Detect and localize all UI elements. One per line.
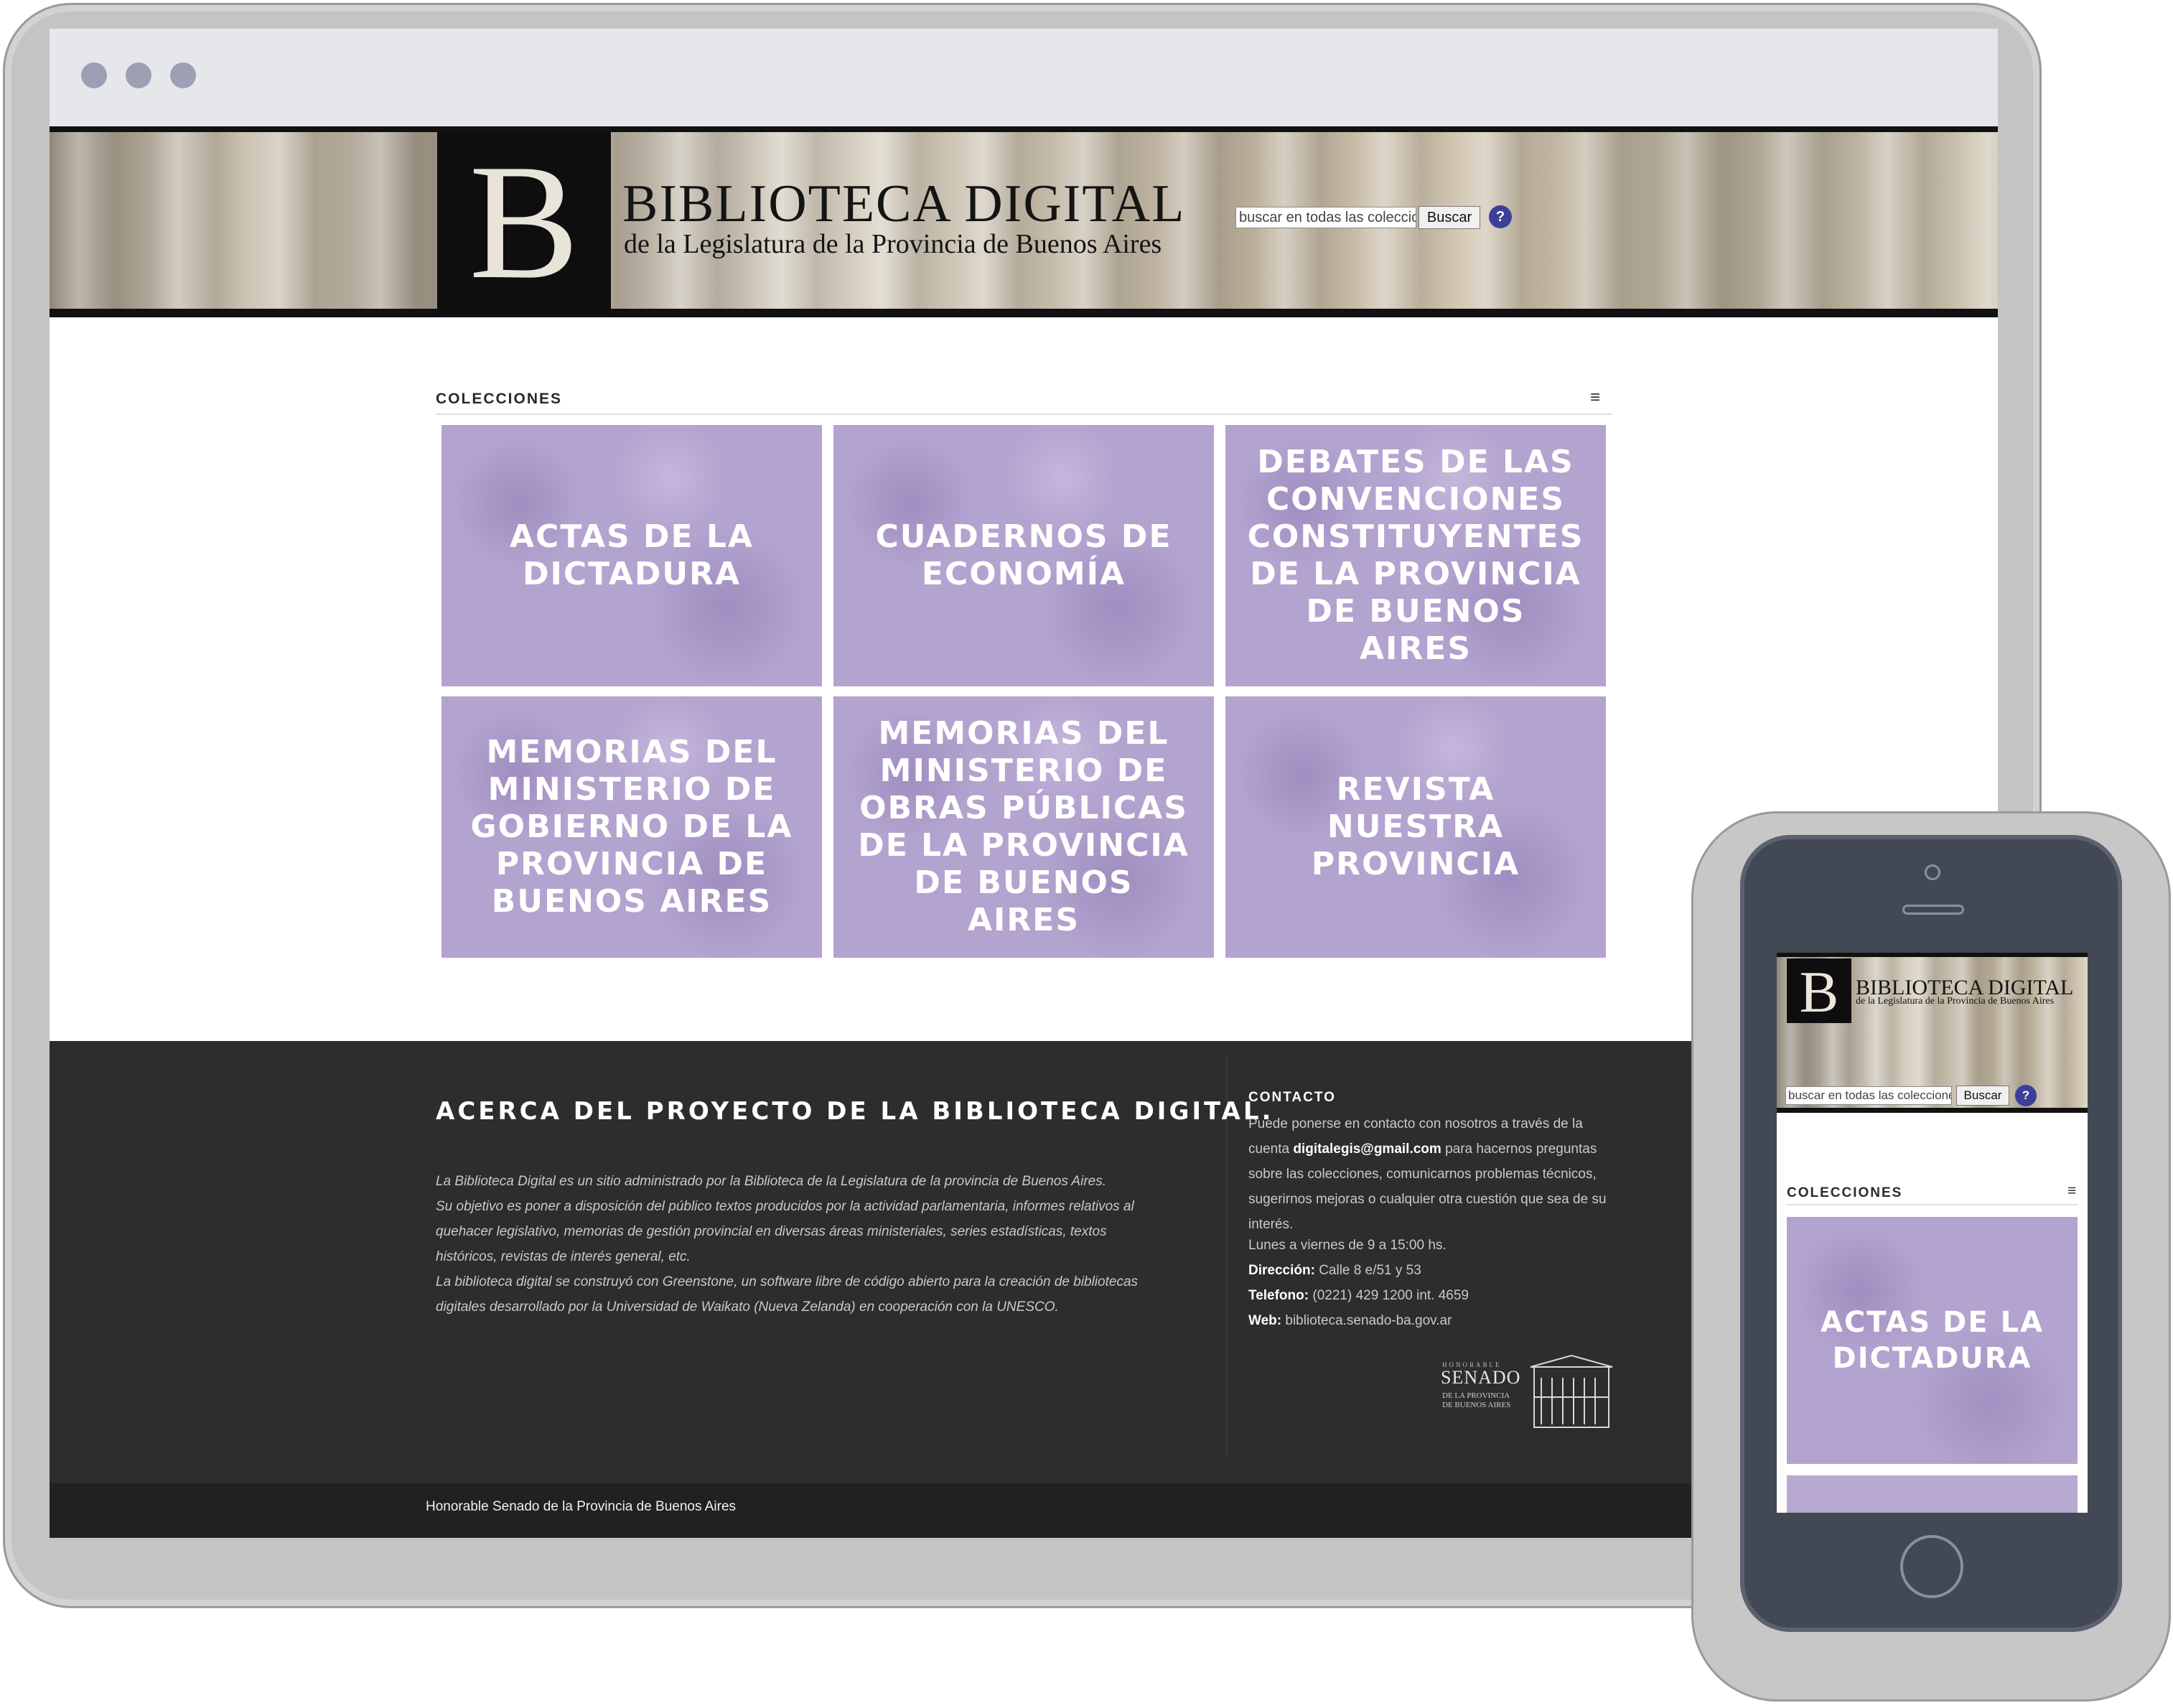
phone-camera-icon xyxy=(1925,864,1940,880)
mobile-logo-letter: B xyxy=(1799,959,1839,1025)
contact-web: Web: biblioteca.senado-ba.gov.ar xyxy=(1248,1313,1452,1329)
senado-logo-line2: DE BUENOS AIRES xyxy=(1442,1401,1511,1409)
search-input[interactable]: buscar en todas las colecciones xyxy=(1235,207,1416,228)
about-text: La Biblioteca Digital es un sitio admini… xyxy=(436,1169,1182,1320)
collection-tile-label: Revista Nuestra Provincia xyxy=(1311,771,1520,882)
mobile-collection-tile-actas[interactable]: Actas de la Dictadura xyxy=(1787,1217,2078,1464)
contact-email-link[interactable]: digitalegis@gmail.com xyxy=(1293,1142,1441,1157)
mobile-collection-tile-label: Actas de la Dictadura xyxy=(1820,1306,2045,1375)
site-title[interactable]: BIBLIOTECA DIGITAL xyxy=(622,174,1185,235)
collection-tile-label: Memorias del Ministerio de Obras Pública… xyxy=(858,715,1190,938)
phone-speaker-icon xyxy=(1902,905,1964,915)
browser-chrome-bar xyxy=(50,29,1998,126)
contact-intro: Puede ponerse en contacto con nosotros a… xyxy=(1248,1111,1614,1237)
window-dot-maximize-icon[interactable] xyxy=(170,62,196,88)
collection-tile-label: Debates de las Convenciones Constituyent… xyxy=(1247,444,1584,667)
address-label: Dirección: xyxy=(1248,1263,1315,1278)
collection-tile-label: Actas de la Dictadura xyxy=(510,518,754,592)
web-label: Web: xyxy=(1248,1313,1282,1328)
site-header-banner: B BIBLIOTECA DIGITAL de la Legislatura d… xyxy=(50,126,1998,317)
phone-home-button[interactable] xyxy=(1900,1535,1963,1598)
window-dot-minimize-icon[interactable] xyxy=(126,62,151,88)
mobile-menu-icon[interactable]: ≡ xyxy=(2067,1182,2076,1200)
address-value: Calle 8 e/51 y 53 xyxy=(1314,1263,1421,1278)
phone-value: (0221) 429 1200 int. 4659 xyxy=(1309,1288,1469,1303)
contact-heading: CONTACTO xyxy=(1248,1090,1336,1105)
footer-copyright: Honorable Senado de la Provincia de Buen… xyxy=(426,1499,737,1514)
help-icon[interactable]: ? xyxy=(1489,205,1512,228)
mobile-collection-tile-next[interactable] xyxy=(1787,1475,2078,1513)
logo-letter: B xyxy=(469,130,579,313)
about-line: La Biblioteca Digital es un sitio admini… xyxy=(436,1174,1106,1189)
collections-heading: COLECCIONES xyxy=(436,391,563,407)
mobile-site-logo[interactable]: B xyxy=(1787,958,1851,1025)
web-link[interactable]: biblioteca.senado-ba.gov.ar xyxy=(1281,1313,1452,1328)
collection-tile-actas[interactable]: Actas de la Dictadura xyxy=(441,425,822,686)
collection-tile-cuadernos[interactable]: Cuadernos de Economía xyxy=(833,425,1214,686)
menu-icon[interactable]: ≡ xyxy=(1590,388,1600,408)
contact-phone: Telefono: (0221) 429 1200 int. 4659 xyxy=(1248,1288,1469,1304)
about-line: históricos, revistas de interés general,… xyxy=(436,1249,691,1264)
senado-logo-line1: DE LA PROVINCIA xyxy=(1442,1391,1510,1400)
collections-divider xyxy=(436,414,1612,415)
collection-tile-revista[interactable]: Revista Nuestra Provincia xyxy=(1225,696,1606,958)
about-line: quehacer legislativo, memorias de gestió… xyxy=(436,1224,1107,1239)
phone-label: Telefono: xyxy=(1248,1288,1309,1303)
window-dot-close-icon[interactable] xyxy=(81,62,107,88)
search-button[interactable]: Buscar xyxy=(1419,206,1480,229)
collection-tile-debates[interactable]: Debates de las Convenciones Constituyent… xyxy=(1225,425,1606,686)
collection-tile-label: Cuadernos de Economía xyxy=(875,518,1172,592)
mobile-header-banner: B BIBLIOTECA DIGITAL de la Legislatura d… xyxy=(1777,953,2088,1113)
collection-tile-label: Memorias del Ministerio de Gobierno de l… xyxy=(470,734,793,920)
about-line: digitales desarrollado por la Universida… xyxy=(436,1299,1059,1315)
site-subtitle: de la Legislatura de la Provincia de Bue… xyxy=(624,229,1162,259)
contact-address: Dirección: Calle 8 e/51 y 53 xyxy=(1248,1263,1421,1279)
site-logo[interactable]: B xyxy=(437,132,611,314)
mobile-collections-heading: COLECCIONES xyxy=(1787,1185,1903,1200)
collection-tile-memorias-gobierno[interactable]: Memorias del Ministerio de Gobierno de l… xyxy=(441,696,822,958)
about-line: Su objetivo es poner a disposición del p… xyxy=(436,1199,1134,1214)
phone-screen: B BIBLIOTECA DIGITAL de la Legislatura d… xyxy=(1777,953,2088,1513)
contact-hours: Lunes a viernes de 9 a 15:00 hs. xyxy=(1248,1238,1447,1253)
mobile-help-icon[interactable]: ? xyxy=(2015,1085,2037,1106)
about-heading: ACERCA DEL PROYECTO DE LA BIBLIOTECA DIG… xyxy=(436,1097,1274,1126)
mobile-site-subtitle: de la Legislatura de la Provincia de Bue… xyxy=(1856,996,2055,1007)
mobile-collections-divider xyxy=(1787,1204,2078,1205)
mobile-search-button[interactable]: Buscar xyxy=(1956,1086,2009,1106)
senado-logo-word: SENADO xyxy=(1441,1367,1521,1388)
collection-tile-memorias-obras[interactable]: Memorias del Ministerio de Obras Pública… xyxy=(833,696,1214,958)
mobile-search-input[interactable]: buscar en todas las colecciones xyxy=(1785,1086,1952,1105)
about-line: La biblioteca digital se construyó con G… xyxy=(436,1274,1139,1289)
